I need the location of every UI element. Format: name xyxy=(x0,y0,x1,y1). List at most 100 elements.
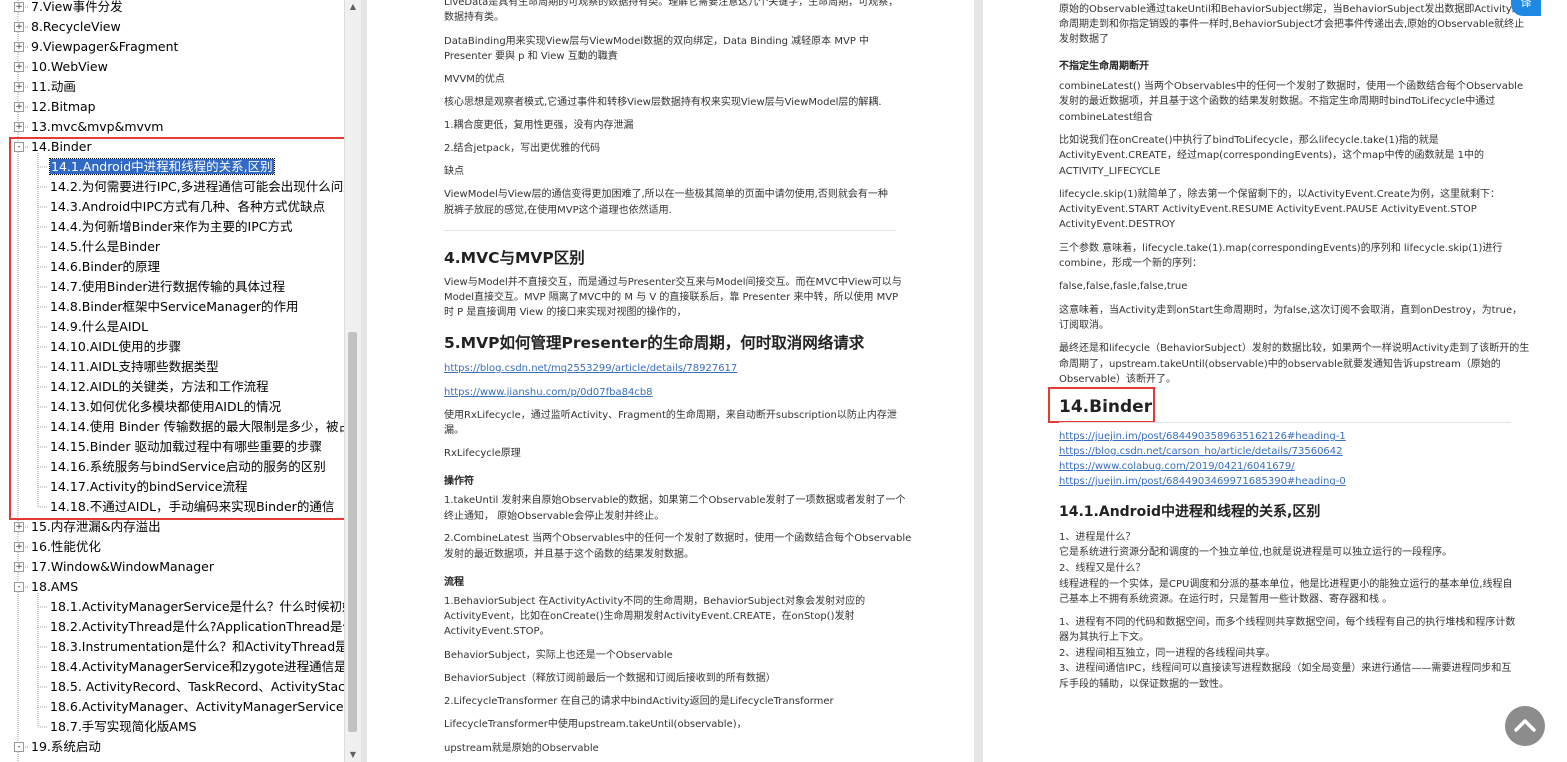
body-text-line: false,false,fasle,false,true xyxy=(1059,281,1188,292)
tree-item-label: 14.1.Android中进程和线程的关系,区别 xyxy=(49,158,275,175)
tree-item-section[interactable]: 14.2.为何需要进行IPC,多进程通信可能会出现什么问题 xyxy=(50,177,344,197)
tree-item-section[interactable]: 18.2.ActivityThread是什么?ApplicationThread… xyxy=(50,617,344,637)
body-text-line: 使用RxLifecycle，通过监听Activity、Fragment的生命周期… xyxy=(444,410,897,421)
body-text-line: 2.LifecycleTransformer 在自己的请求中bindActivi… xyxy=(444,696,834,707)
section-heading: 5.MVP如何管理Presenter的生命周期，何时取消网络请求 xyxy=(444,334,865,352)
body-text-line: 己基本上不拥有系统资源。在运行时，只是暂用一些计数器、寄存器和栈 。 xyxy=(1059,594,1393,605)
tree-item-section[interactable]: 14.12.AIDL的关键类，方法和工作流程 xyxy=(50,377,269,397)
scroll-down-arrow-icon[interactable]: ▼ xyxy=(345,748,361,762)
tree-item-section[interactable]: 14.9.什么是AIDL xyxy=(50,317,148,337)
body-text-line: 发射的最近数据项，并且基于这个函数的结果发射数据。不指定生命周期时bindToL… xyxy=(1059,96,1496,107)
expand-icon[interactable]: + xyxy=(14,82,24,92)
expand-icon[interactable]: + xyxy=(14,2,24,12)
reference-link[interactable]: https://www.colabug.com/2019/0421/604167… xyxy=(1059,459,1295,474)
tree-item-section[interactable]: 14.14.使用 Binder 传输数据的最大限制是多少，被占满 xyxy=(50,417,344,437)
tree-item-section[interactable]: 18.5. ActivityRecord、TaskRecord、Activity… xyxy=(50,677,344,697)
collapse-icon[interactable]: - xyxy=(14,142,24,152)
tree-item-chapter[interactable]: +7.View事件分发 xyxy=(14,0,123,17)
tree-item-label: 14.15.Binder 驱动加载过程中有哪些重要的步骤 xyxy=(50,439,322,454)
tree-item-chapter[interactable]: +12.Bitmap xyxy=(14,97,96,117)
body-text-line: 1、进程有不同的代码和数据空间，而多个线程则共享数据空间，每个线程有自己的执行堆… xyxy=(1059,617,1516,628)
collapse-icon[interactable]: - xyxy=(14,582,24,592)
tree-item-section[interactable]: 14.3.Android中IPC方式有几种、各种方式优缺点 xyxy=(50,197,325,217)
reference-link[interactable]: https://juejin.im/post/68449034699716853… xyxy=(1059,474,1346,489)
chevron-up-icon xyxy=(1514,719,1536,732)
tree-item-label: 17.Window&WindowManager xyxy=(31,559,214,574)
tree-item-section[interactable]: 18.7.手写实现简化版AMS xyxy=(50,717,197,737)
tree-item-section[interactable]: 14.15.Binder 驱动加载过程中有哪些重要的步骤 xyxy=(50,437,322,457)
tree-item-label: 14.12.AIDL的关键类，方法和工作流程 xyxy=(50,379,269,394)
tree-item-chapter[interactable]: +8.RecycleView xyxy=(14,17,121,37)
expand-icon[interactable]: + xyxy=(14,22,24,32)
tree-item-section[interactable]: 18.4.ActivityManagerService和zygote进程通信是如… xyxy=(50,657,344,677)
tree-item-section[interactable]: 14.5.什么是Binder xyxy=(50,237,160,257)
expand-icon[interactable]: + xyxy=(14,62,24,72)
tree-item-chapter[interactable]: +13.mvc&mvp&mvvm xyxy=(14,117,163,137)
tree-item-chapter[interactable]: +16.性能优化 xyxy=(14,537,101,557)
body-text-line: RxLifecycle原理 xyxy=(444,448,521,459)
body-text-line: 订阅取消。 xyxy=(1059,320,1109,331)
tree-item-section[interactable]: 14.10.AIDL使用的步骤 xyxy=(50,337,181,357)
expand-icon[interactable]: + xyxy=(14,542,24,552)
translate-icon[interactable]: 译 xyxy=(1511,0,1541,16)
body-text-line: 比如说我们在onCreate()中执行了bindToLifecycle，那么li… xyxy=(1059,135,1439,146)
tree-item-label: 18.3.Instrumentation是什么？和ActivityThread是… xyxy=(50,639,344,654)
section-divider xyxy=(444,230,896,231)
tree-item-label: 11.动画 xyxy=(31,79,76,94)
reference-link[interactable]: https://blog.csdn.net/carson_ho/article/… xyxy=(1059,444,1343,459)
expand-icon[interactable]: + xyxy=(14,562,24,572)
body-text-line: ActivityEvent.STOP。 xyxy=(444,626,550,637)
tree-item-section[interactable]: 14.13.如何优化多模块都使用AIDL的情况 xyxy=(50,397,281,417)
scroll-up-arrow-icon[interactable]: ▲ xyxy=(345,0,361,14)
body-text-line: ActivityEvent，比如在onCreate()生命周期发射Activit… xyxy=(444,611,855,622)
tree-item-section[interactable]: 14.11.AIDL支持哪些数据类型 xyxy=(50,357,219,377)
tree-item-section[interactable]: 14.16.系统服务与bindService启动的服务的区别 xyxy=(50,457,326,477)
expand-icon[interactable]: + xyxy=(14,102,24,112)
reference-link[interactable]: https://juejin.im/post/68449035896351621… xyxy=(1059,429,1346,444)
tree-item-label: 18.7.手写实现简化版AMS xyxy=(50,719,197,734)
tree-item-section[interactable]: 14.7.使用Binder进行数据传输的具体过程 xyxy=(50,277,285,297)
tree-item-section[interactable]: 14.4.为何新增Binder来作为主要的IPC方式 xyxy=(50,217,293,237)
heading-underline xyxy=(1059,422,1511,423)
tree-item-chapter[interactable]: -18.AMS xyxy=(14,577,79,597)
scroll-thumb[interactable] xyxy=(348,332,357,732)
tree-item-chapter[interactable]: +17.Window&WindowManager xyxy=(14,557,214,577)
tree-item-section[interactable]: 18.1.ActivityManagerService是什么？什么时候初始化 xyxy=(50,597,344,617)
tree-scrollbar[interactable]: ▲ ▼ xyxy=(344,0,361,762)
tree-item-label: 7.View事件分发 xyxy=(31,0,123,14)
tree-item-chapter[interactable]: +10.WebView xyxy=(14,57,108,77)
tree-item-chapter[interactable]: +15.内存泄漏&内存溢出 xyxy=(14,517,161,537)
bold-label: 不指定生命周期断开 xyxy=(1059,61,1149,72)
expand-icon[interactable]: + xyxy=(14,522,24,532)
tree-item-section[interactable]: 14.1.Android中进程和线程的关系,区别 xyxy=(49,157,275,177)
tree-item-section[interactable]: 14.17.Activity的bindService流程 xyxy=(50,477,247,497)
body-text-line: 1.耦合度更低，复用性更强，没有内存泄漏 xyxy=(444,120,634,131)
tree-item-section[interactable]: 14.18.不通过AIDL，手动编码来实现Binder的通信 xyxy=(50,497,334,517)
expand-icon[interactable]: + xyxy=(14,42,24,52)
expand-icon[interactable]: + xyxy=(14,122,24,132)
outline-tree[interactable]: +7.View事件分发 +8.RecycleView +9.Viewpager&Fr… xyxy=(0,0,344,762)
document-page-right: 原始的Observable通过takeUntil和BehaviorSubject… xyxy=(983,0,1567,762)
tree-item-chapter[interactable]: -19.系统启动 xyxy=(14,737,101,757)
body-text-line: ActivityEvent.DESTROY xyxy=(1059,219,1176,230)
body-text-line: Model直接交互。MVP 隔离了MVC中的 M 与 V 的直接联系后，靠 Pr… xyxy=(444,292,899,303)
reference-link[interactable]: https://blog.csdn.net/mq2553299/article/… xyxy=(444,361,737,376)
tree-item-chapter[interactable]: -14.Binder xyxy=(14,137,92,157)
body-text-line: combineLatest() 当两个Observables中的任何一个发射了数… xyxy=(1059,81,1524,92)
bold-label: 操作符 xyxy=(444,476,474,487)
tree-item-section[interactable]: 14.8.Binder框架中ServiceManager的作用 xyxy=(50,297,299,317)
body-text-line: 命周期了，upstream.takeUntil(observable)中的obs… xyxy=(1059,359,1501,370)
tree-item-section[interactable]: 18.6.ActivityManager、ActivityManagerServ… xyxy=(50,697,344,717)
body-text-line: 2、线程又是什么？ xyxy=(1059,563,1146,574)
tree-item-chapter[interactable]: +11.动画 xyxy=(14,77,76,97)
tree-item-label: 18.AMS xyxy=(31,579,79,594)
back-to-top-button[interactable] xyxy=(1505,706,1545,746)
body-text-line: 1.takeUntil 发射来自原始Observable的数据，如果第二个Obs… xyxy=(444,495,906,506)
reference-link[interactable]: https://www.jianshu.com/p/0d07fba84cb8 xyxy=(444,385,653,400)
collapse-icon[interactable]: - xyxy=(14,742,24,752)
tree-item-section[interactable]: 14.6.Binder的原理 xyxy=(50,257,160,277)
tree-item-label: 14.16.系统服务与bindService启动的服务的区别 xyxy=(50,459,326,474)
tree-item-label: 12.Bitmap xyxy=(31,99,96,114)
tree-item-chapter[interactable]: +9.Viewpager&Fragment xyxy=(14,37,178,57)
tree-item-section[interactable]: 18.3.Instrumentation是什么？和ActivityThread是… xyxy=(50,637,344,657)
